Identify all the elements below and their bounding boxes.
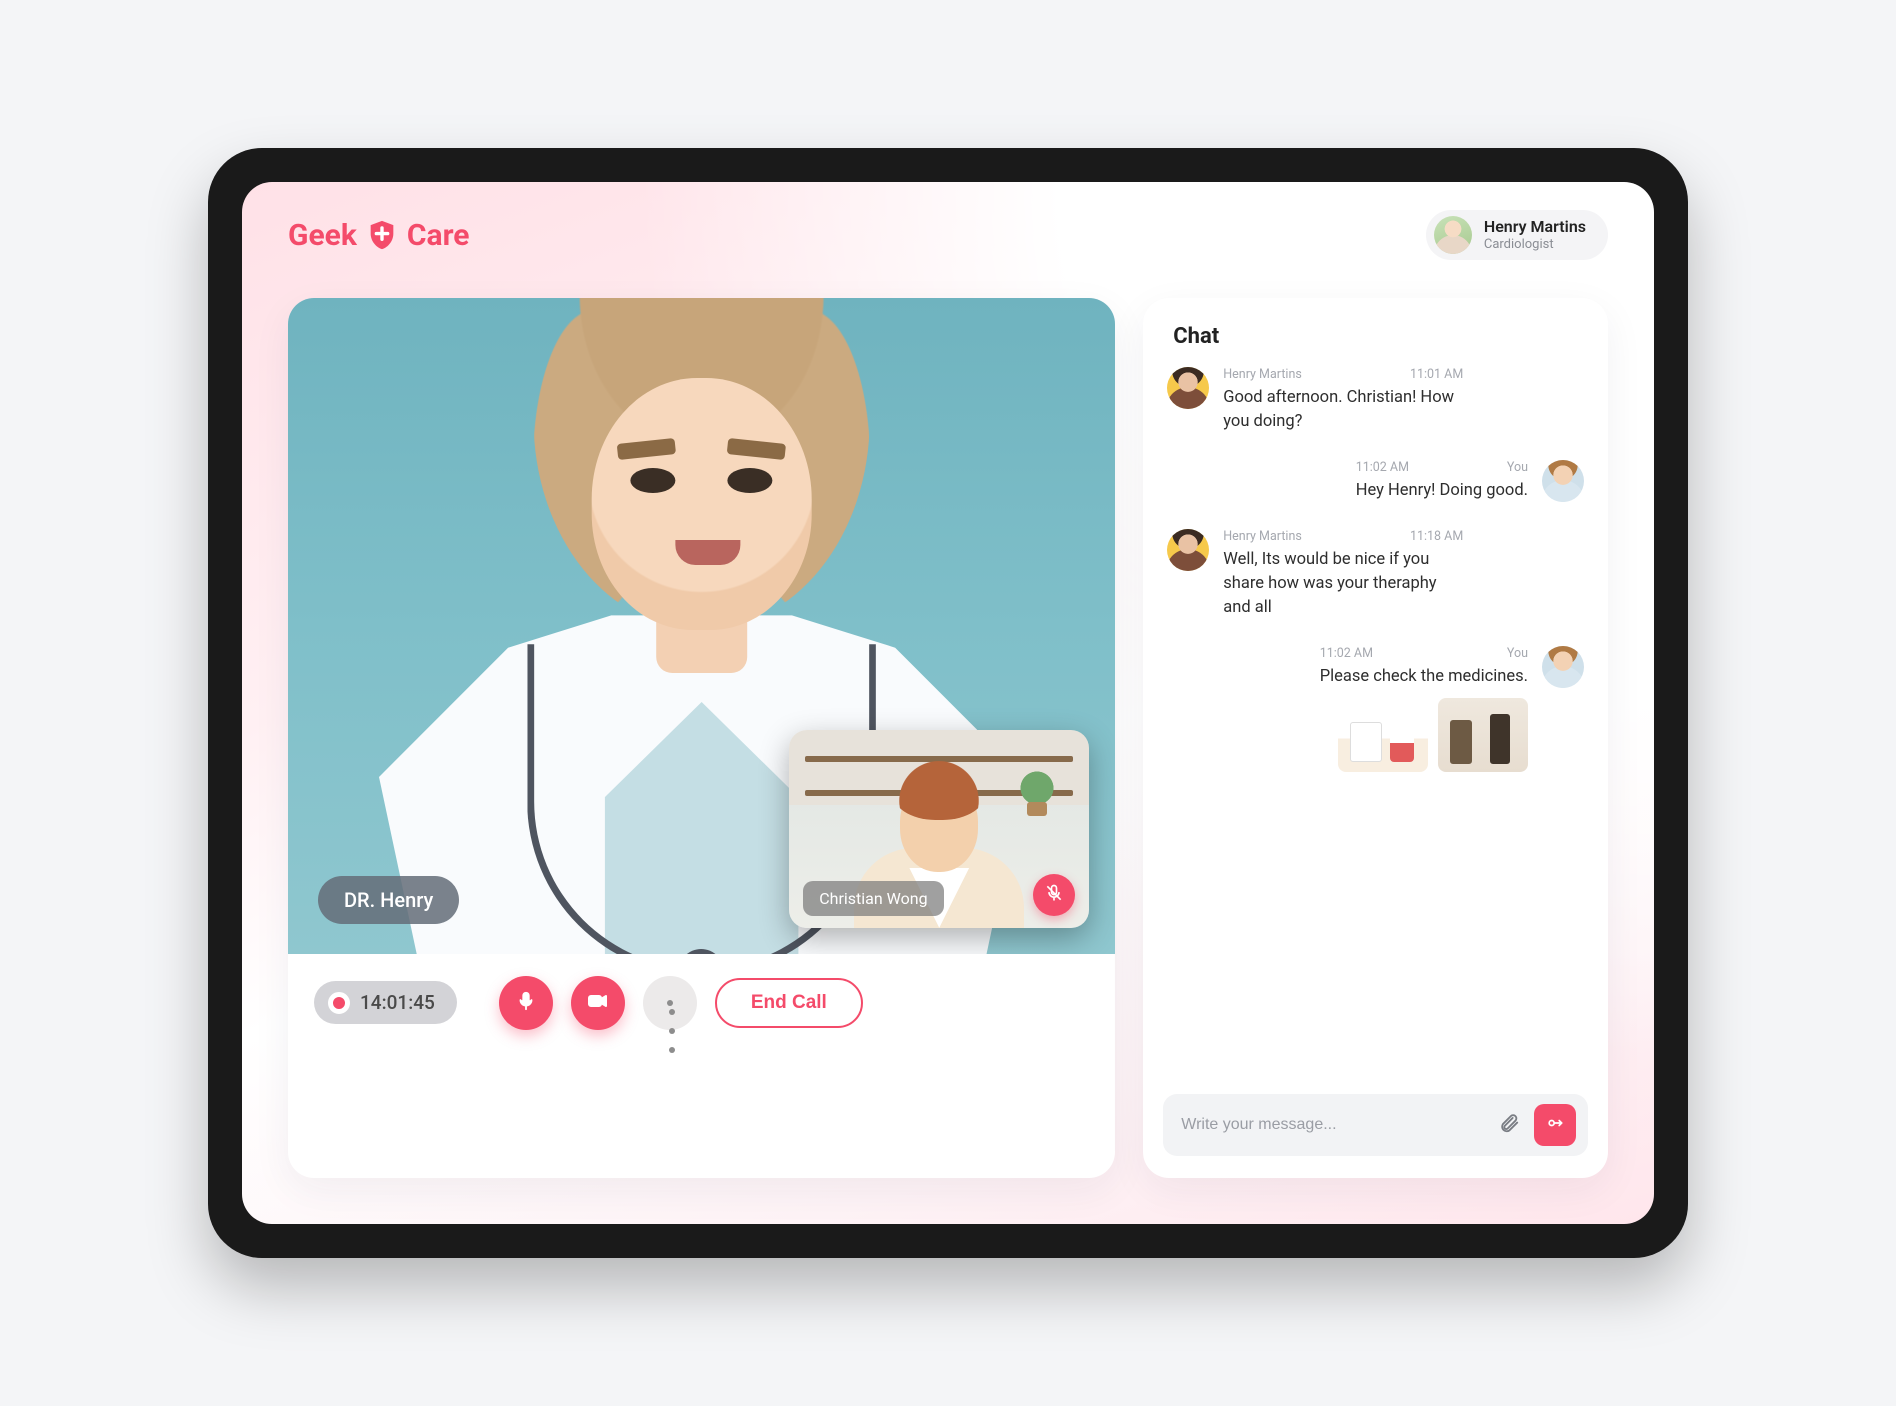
record-icon: [328, 992, 350, 1014]
recording-indicator[interactable]: 14:01:45: [314, 981, 457, 1024]
chat-avatar: [1542, 646, 1584, 688]
paperclip-icon: [1498, 1112, 1520, 1138]
app-screen: Geek Care Henry Martins Cardiologist: [242, 182, 1654, 1224]
camera-toggle-button[interactable]: [571, 976, 625, 1030]
chat-message: You 11:02 AM Hey Henry! Doing good.: [1167, 460, 1584, 503]
chat-messages[interactable]: Henry Martins 11:01 AM Good afternoon. C…: [1143, 363, 1608, 1078]
shield-plus-icon: [365, 218, 399, 252]
attachment-thumbnail[interactable]: [1438, 698, 1528, 772]
account-menu[interactable]: Henry Martins Cardiologist: [1426, 210, 1608, 260]
chat-text: Well, Its would be nice if you share how…: [1223, 548, 1463, 620]
send-button[interactable]: [1534, 1104, 1576, 1146]
main-video-feed[interactable]: DR. Henry Christian Wong: [288, 298, 1115, 954]
chat-time: 11:02 AM: [1356, 460, 1409, 475]
chat-input[interactable]: [1181, 1116, 1484, 1134]
chat-composer: [1163, 1094, 1588, 1156]
pip-mic-muted-button[interactable]: [1033, 874, 1075, 916]
account-role: Cardiologist: [1484, 237, 1586, 252]
brand-suffix: Care: [407, 218, 470, 253]
chat-text: Please check the medicines.: [1320, 665, 1528, 689]
camera-icon: [586, 989, 610, 1017]
chat-avatar: [1542, 460, 1584, 502]
chat-avatar: [1167, 529, 1209, 571]
chat-avatar: [1167, 367, 1209, 409]
top-bar: Geek Care Henry Martins Cardiologist: [242, 182, 1654, 270]
tablet-frame: Geek Care Henry Martins Cardiologist: [208, 148, 1688, 1258]
chat-sender: Henry Martins: [1223, 367, 1302, 382]
chat-panel: Chat Henry Martins 11:01 AM Good afterno…: [1143, 298, 1608, 1178]
self-view-pip[interactable]: Christian Wong: [789, 730, 1089, 928]
video-panel: DR. Henry Christian Wong: [288, 298, 1115, 1178]
chat-time: 11:02 AM: [1320, 646, 1373, 661]
chat-sender: You: [1507, 460, 1528, 475]
chat-sender: You: [1507, 646, 1528, 661]
chat-attachments: [1320, 698, 1528, 772]
send-icon: [1545, 1113, 1565, 1137]
chat-message: Henry Martins 11:01 AM Good afternoon. C…: [1167, 367, 1584, 434]
account-avatar: [1434, 216, 1472, 254]
recording-time: 14:01:45: [360, 991, 435, 1014]
more-options-button[interactable]: [643, 976, 697, 1030]
account-name: Henry Martins: [1484, 218, 1586, 236]
call-controls: 14:01:45: [288, 954, 1115, 1052]
attachment-thumbnail[interactable]: [1338, 698, 1428, 772]
attach-button[interactable]: [1494, 1110, 1524, 1140]
chat-time: 11:18 AM: [1410, 529, 1463, 544]
brand-prefix: Geek: [288, 218, 357, 253]
main-area: DR. Henry Christian Wong: [242, 270, 1654, 1224]
chat-text: Good afternoon. Christian! How you doing…: [1223, 386, 1463, 434]
more-icon: [667, 1000, 673, 1006]
chat-message: Henry Martins 11:18 AM Well, Its would b…: [1167, 529, 1584, 620]
chat-time: 11:01 AM: [1410, 367, 1463, 382]
chat-sender: Henry Martins: [1223, 529, 1302, 544]
pip-participant-label: Christian Wong: [803, 881, 943, 916]
chat-title: Chat: [1143, 298, 1608, 363]
mic-icon: [515, 990, 537, 1016]
end-call-button[interactable]: End Call: [715, 978, 863, 1028]
mic-off-icon: [1044, 883, 1064, 907]
main-participant-label: DR. Henry: [318, 876, 459, 924]
chat-message: You 11:02 AM Please check the medicines.: [1167, 646, 1584, 773]
mic-toggle-button[interactable]: [499, 976, 553, 1030]
chat-text: Hey Henry! Doing good.: [1356, 479, 1528, 503]
brand-logo[interactable]: Geek Care: [288, 218, 469, 253]
